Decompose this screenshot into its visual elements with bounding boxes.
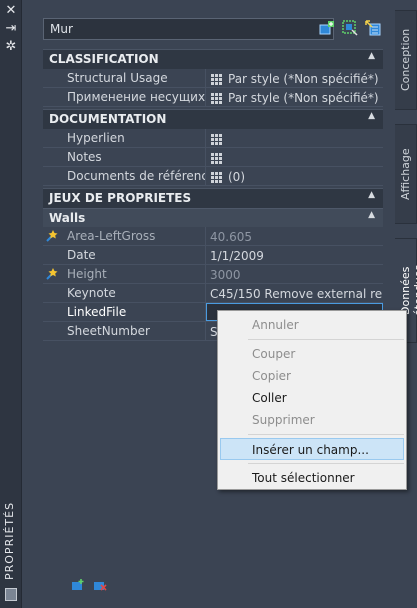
table-icon[interactable] <box>210 133 223 145</box>
row-marker <box>43 227 61 245</box>
property-row[interactable]: Hyperlien <box>43 129 383 148</box>
tab-label: Affichage <box>399 148 412 200</box>
collapse-icon[interactable]: ▲ <box>368 190 375 200</box>
menu-item-insert-field[interactable]: Insérer un champ... <box>220 438 404 460</box>
menu-item-cut[interactable]: Couper <box>218 343 406 365</box>
property-value: 3000 <box>206 265 383 283</box>
property-row[interactable]: Keynote C45/150 Remove external re... <box>43 284 383 303</box>
row-marker <box>43 148 61 166</box>
category-classification[interactable]: CLASSIFICATION ▲ <box>43 49 383 69</box>
tab-label: Conception <box>399 28 412 92</box>
row-marker <box>43 88 61 106</box>
row-marker <box>43 129 61 147</box>
category-title: JEUX DE PROPRIETES <box>49 191 192 205</box>
property-value-text: 40.605 <box>210 230 252 244</box>
property-name: Date <box>61 246 206 264</box>
menu-separator <box>248 463 404 464</box>
add-selection-icon[interactable] <box>318 19 336 37</box>
category-title: CLASSIFICATION <box>49 52 159 66</box>
property-value-text: (0) <box>228 170 245 184</box>
collapse-icon[interactable]: ▲ <box>368 210 375 220</box>
automatic-property-icon <box>46 268 58 280</box>
collapse-icon[interactable]: ▲ <box>368 51 375 61</box>
table-icon[interactable] <box>210 152 223 164</box>
menu-item-select-all[interactable]: Tout sélectionner <box>218 467 406 489</box>
property-row[interactable]: Date 1/1/2009 <box>43 246 383 265</box>
table-icon <box>210 73 223 85</box>
property-value[interactable] <box>206 148 383 166</box>
property-row[interactable]: Height 3000 <box>43 265 383 284</box>
subcategory-walls[interactable]: Walls ▲ <box>43 208 383 227</box>
object-type-select[interactable]: Mur ▼ <box>43 18 334 40</box>
subcategory-title: Walls <box>49 211 86 225</box>
property-name: Structural Usage <box>61 69 206 87</box>
property-value-text: C45/150 Remove external re... <box>210 287 383 301</box>
pick-object-icon[interactable] <box>364 19 382 37</box>
menu-separator <box>248 339 404 340</box>
palette-title-bar: ✕ ⇥ ✲ PROPRIÉTÉS <box>0 0 22 608</box>
category-property-sets[interactable]: JEUX DE PROPRIETES ▲ <box>43 188 383 208</box>
menu-item-delete[interactable]: Supprimer <box>218 409 406 431</box>
property-name: Notes <box>61 148 206 166</box>
property-name: Hyperlien <box>61 129 206 147</box>
quick-select-icon[interactable] <box>341 19 359 37</box>
property-name: Height <box>61 265 206 283</box>
menu-separator <box>248 434 404 435</box>
property-value-text: Par style (*Non spécifié*) <box>228 91 379 105</box>
tab-affichage[interactable]: Affichage <box>395 124 417 224</box>
category-documentation[interactable]: DOCUMENTATION ▲ <box>43 109 383 129</box>
settings-icon[interactable]: ✲ <box>4 40 18 54</box>
collapse-icon[interactable]: ▲ <box>368 111 375 121</box>
property-row[interactable]: Documents de référence (0) <box>43 167 383 186</box>
property-value-text: Par style (*Non spécifié*) <box>228 72 379 86</box>
property-value-text: 3000 <box>210 268 241 282</box>
property-row[interactable]: Structural Usage Par style (*Non spécifi… <box>43 69 383 88</box>
property-value-text: 1/1/2009 <box>210 249 264 263</box>
tab-conception[interactable]: Conception <box>395 10 417 110</box>
row-marker <box>43 322 61 340</box>
context-menu: Annuler Couper Copier Coller Supprimer I… <box>217 310 407 490</box>
property-name: Keynote <box>61 284 206 302</box>
property-value[interactable] <box>206 129 383 147</box>
row-marker <box>43 246 61 264</box>
close-icon[interactable]: ✕ <box>4 4 18 18</box>
property-row[interactable]: Area-LeftGross 40.605 <box>43 227 383 246</box>
property-grid: CLASSIFICATION ▲ Structural Usage Par st… <box>43 47 383 341</box>
property-value[interactable]: 1/1/2009 <box>206 246 383 264</box>
property-name: LinkedFile <box>61 303 206 321</box>
object-type-value: Mur <box>50 22 73 36</box>
side-tab-strip: Conception Affichage Données étendues <box>395 0 417 608</box>
autohide-icon[interactable]: ⇥ <box>4 22 18 36</box>
property-value[interactable]: C45/150 Remove external re... <box>206 284 383 302</box>
property-value[interactable]: (0) <box>206 167 383 185</box>
property-name: SheetNumber <box>61 322 206 340</box>
menu-item-paste[interactable]: Coller <box>218 387 406 409</box>
remove-property-set-icon[interactable] <box>93 578 107 592</box>
menu-item-undo[interactable]: Annuler <box>218 314 406 336</box>
automatic-property-icon <box>46 230 58 242</box>
palette-title: PROPRIÉTÉS <box>3 501 16 580</box>
menu-item-copy[interactable]: Copier <box>218 365 406 387</box>
property-row[interactable]: Применение несущих... Par style (*Non sp… <box>43 88 383 107</box>
add-property-set-icon[interactable] <box>71 578 85 592</box>
property-name: Area-LeftGross <box>61 227 206 245</box>
row-marker <box>43 303 61 321</box>
palette-menu-icon[interactable] <box>5 588 17 601</box>
property-name: Documents de référence <box>61 167 206 185</box>
property-value[interactable]: Par style (*Non spécifié*) <box>206 88 383 106</box>
category-title: DOCUMENTATION <box>49 112 167 126</box>
property-value: 40.605 <box>206 227 383 245</box>
property-row[interactable]: Notes <box>43 148 383 167</box>
property-name: Применение несущих... <box>61 88 206 106</box>
table-icon <box>210 92 223 104</box>
row-marker <box>43 167 61 185</box>
property-value[interactable]: Par style (*Non spécifié*) <box>206 69 383 87</box>
table-icon[interactable] <box>210 171 223 183</box>
properties-panel: Mur ▼ CLASSIFICATION ▲ Structural Usage … <box>23 0 395 608</box>
row-marker <box>43 284 61 302</box>
row-marker <box>43 69 61 87</box>
row-marker <box>43 265 61 283</box>
